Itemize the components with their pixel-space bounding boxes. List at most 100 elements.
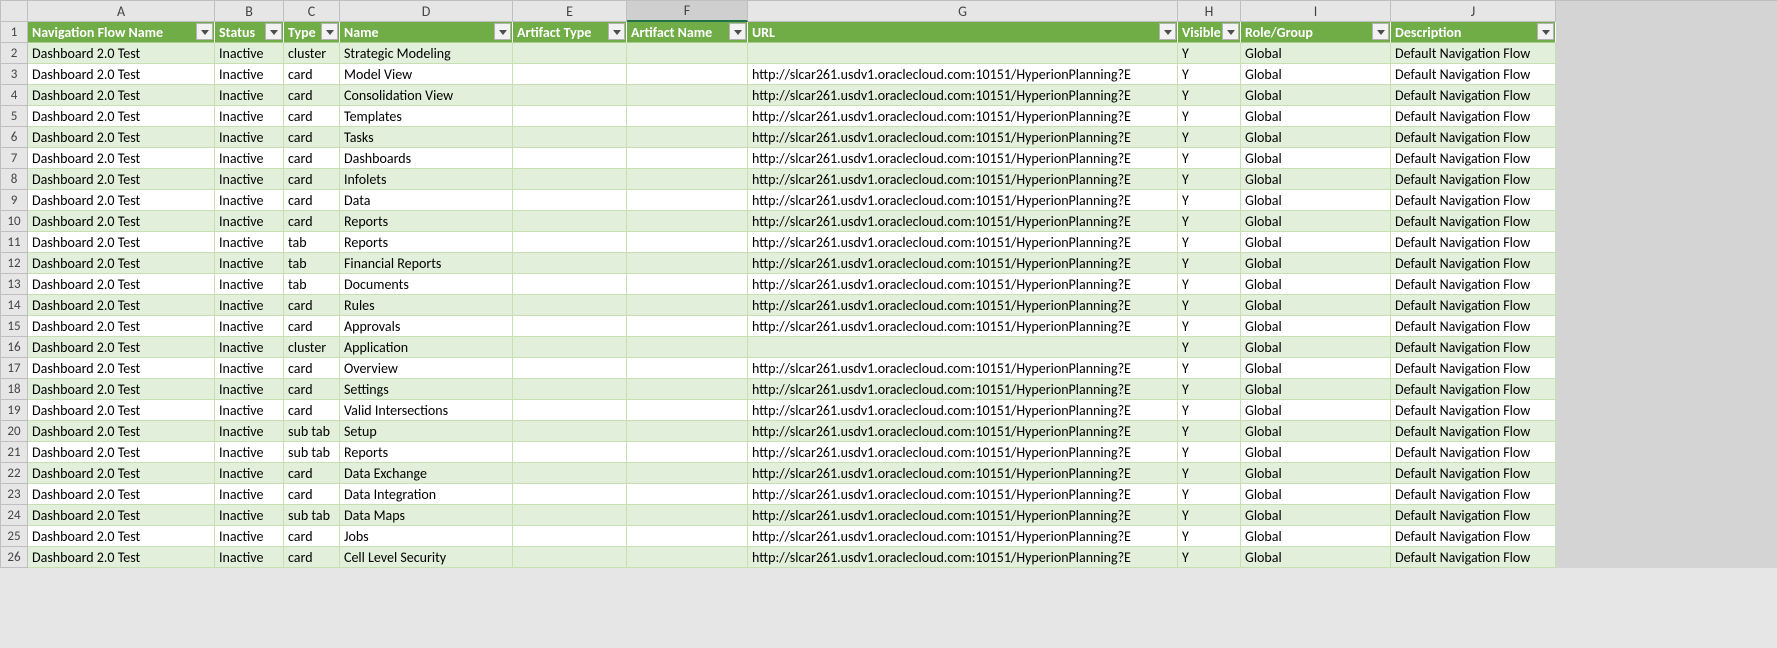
- row-header-17[interactable]: 17: [1, 358, 28, 379]
- cell-C23[interactable]: card: [284, 484, 340, 505]
- cell-H25[interactable]: Y: [1178, 526, 1241, 547]
- cell-J24[interactable]: Default Navigation Flow: [1391, 505, 1556, 526]
- cell-B19[interactable]: Inactive: [215, 400, 284, 421]
- cell-E3[interactable]: [513, 64, 627, 85]
- cell-D25[interactable]: Jobs: [340, 526, 513, 547]
- cell-D23[interactable]: Data Integration: [340, 484, 513, 505]
- cell-A6[interactable]: Dashboard 2.0 Test: [28, 127, 215, 148]
- cell-G13[interactable]: http://slcar261.usdv1.oraclecloud.com:10…: [748, 274, 1178, 295]
- cell-D6[interactable]: Tasks: [340, 127, 513, 148]
- cell-B8[interactable]: Inactive: [215, 169, 284, 190]
- cell-E9[interactable]: [513, 190, 627, 211]
- cell-B9[interactable]: Inactive: [215, 190, 284, 211]
- cell-J15[interactable]: Default Navigation Flow: [1391, 316, 1556, 337]
- cell-J25[interactable]: Default Navigation Flow: [1391, 526, 1556, 547]
- filter-button-e[interactable]: [608, 23, 625, 40]
- cell-F5[interactable]: [627, 106, 748, 127]
- cell-J2[interactable]: Default Navigation Flow: [1391, 43, 1556, 64]
- cell-B25[interactable]: Inactive: [215, 526, 284, 547]
- cell-G23[interactable]: http://slcar261.usdv1.oraclecloud.com:10…: [748, 484, 1178, 505]
- spreadsheet-grid[interactable]: ABCDEFGHIJ1Navigation Flow NameStatusTyp…: [0, 0, 1777, 568]
- row-header-4[interactable]: 4: [1, 85, 28, 106]
- cell-B26[interactable]: Inactive: [215, 547, 284, 568]
- cell-F23[interactable]: [627, 484, 748, 505]
- cell-I6[interactable]: Global: [1241, 127, 1391, 148]
- cell-B13[interactable]: Inactive: [215, 274, 284, 295]
- table-header-e[interactable]: Artifact Type: [513, 22, 627, 43]
- row-header-24[interactable]: 24: [1, 505, 28, 526]
- cell-F19[interactable]: [627, 400, 748, 421]
- cell-A25[interactable]: Dashboard 2.0 Test: [28, 526, 215, 547]
- cell-D15[interactable]: Approvals: [340, 316, 513, 337]
- cell-C22[interactable]: card: [284, 463, 340, 484]
- cell-J12[interactable]: Default Navigation Flow: [1391, 253, 1556, 274]
- cell-G9[interactable]: http://slcar261.usdv1.oraclecloud.com:10…: [748, 190, 1178, 211]
- cell-J3[interactable]: Default Navigation Flow: [1391, 64, 1556, 85]
- cell-F20[interactable]: [627, 421, 748, 442]
- column-header-H[interactable]: H: [1178, 1, 1241, 22]
- cell-C24[interactable]: sub tab: [284, 505, 340, 526]
- row-header-2[interactable]: 2: [1, 43, 28, 64]
- table-header-d[interactable]: Name: [340, 22, 513, 43]
- cell-A15[interactable]: Dashboard 2.0 Test: [28, 316, 215, 337]
- cell-H10[interactable]: Y: [1178, 211, 1241, 232]
- cell-D2[interactable]: Strategic Modeling: [340, 43, 513, 64]
- cell-D17[interactable]: Overview: [340, 358, 513, 379]
- cell-E17[interactable]: [513, 358, 627, 379]
- column-header-B[interactable]: B: [215, 1, 284, 22]
- filter-button-b[interactable]: [265, 23, 282, 40]
- row-header-11[interactable]: 11: [1, 232, 28, 253]
- table-header-j[interactable]: Description: [1391, 22, 1556, 43]
- cell-I4[interactable]: Global: [1241, 85, 1391, 106]
- row-header-22[interactable]: 22: [1, 463, 28, 484]
- cell-D10[interactable]: Reports: [340, 211, 513, 232]
- cell-A14[interactable]: Dashboard 2.0 Test: [28, 295, 215, 316]
- cell-J23[interactable]: Default Navigation Flow: [1391, 484, 1556, 505]
- cell-C7[interactable]: card: [284, 148, 340, 169]
- cell-G5[interactable]: http://slcar261.usdv1.oraclecloud.com:10…: [748, 106, 1178, 127]
- cell-B6[interactable]: Inactive: [215, 127, 284, 148]
- cell-B10[interactable]: Inactive: [215, 211, 284, 232]
- cell-F24[interactable]: [627, 505, 748, 526]
- cell-H21[interactable]: Y: [1178, 442, 1241, 463]
- cell-A24[interactable]: Dashboard 2.0 Test: [28, 505, 215, 526]
- cell-E14[interactable]: [513, 295, 627, 316]
- cell-F18[interactable]: [627, 379, 748, 400]
- cell-G25[interactable]: http://slcar261.usdv1.oraclecloud.com:10…: [748, 526, 1178, 547]
- cell-H3[interactable]: Y: [1178, 64, 1241, 85]
- cell-A26[interactable]: Dashboard 2.0 Test: [28, 547, 215, 568]
- cell-F6[interactable]: [627, 127, 748, 148]
- cell-G19[interactable]: http://slcar261.usdv1.oraclecloud.com:10…: [748, 400, 1178, 421]
- cell-I24[interactable]: Global: [1241, 505, 1391, 526]
- cell-C11[interactable]: tab: [284, 232, 340, 253]
- table-header-g[interactable]: URL: [748, 22, 1178, 43]
- cell-B2[interactable]: Inactive: [215, 43, 284, 64]
- cell-F22[interactable]: [627, 463, 748, 484]
- cell-B22[interactable]: Inactive: [215, 463, 284, 484]
- cell-D11[interactable]: Reports: [340, 232, 513, 253]
- cell-J11[interactable]: Default Navigation Flow: [1391, 232, 1556, 253]
- cell-H2[interactable]: Y: [1178, 43, 1241, 64]
- cell-B14[interactable]: Inactive: [215, 295, 284, 316]
- cell-E24[interactable]: [513, 505, 627, 526]
- row-header-13[interactable]: 13: [1, 274, 28, 295]
- cell-J9[interactable]: Default Navigation Flow: [1391, 190, 1556, 211]
- cell-D7[interactable]: Dashboards: [340, 148, 513, 169]
- cell-E8[interactable]: [513, 169, 627, 190]
- cell-A7[interactable]: Dashboard 2.0 Test: [28, 148, 215, 169]
- cell-C21[interactable]: sub tab: [284, 442, 340, 463]
- cell-J7[interactable]: Default Navigation Flow: [1391, 148, 1556, 169]
- cell-E15[interactable]: [513, 316, 627, 337]
- cell-J8[interactable]: Default Navigation Flow: [1391, 169, 1556, 190]
- cell-B23[interactable]: Inactive: [215, 484, 284, 505]
- cell-B5[interactable]: Inactive: [215, 106, 284, 127]
- cell-H9[interactable]: Y: [1178, 190, 1241, 211]
- cell-I12[interactable]: Global: [1241, 253, 1391, 274]
- cell-D21[interactable]: Reports: [340, 442, 513, 463]
- cell-I15[interactable]: Global: [1241, 316, 1391, 337]
- cell-H23[interactable]: Y: [1178, 484, 1241, 505]
- filter-button-f[interactable]: [729, 23, 746, 40]
- cell-H7[interactable]: Y: [1178, 148, 1241, 169]
- cell-G7[interactable]: http://slcar261.usdv1.oraclecloud.com:10…: [748, 148, 1178, 169]
- cell-E18[interactable]: [513, 379, 627, 400]
